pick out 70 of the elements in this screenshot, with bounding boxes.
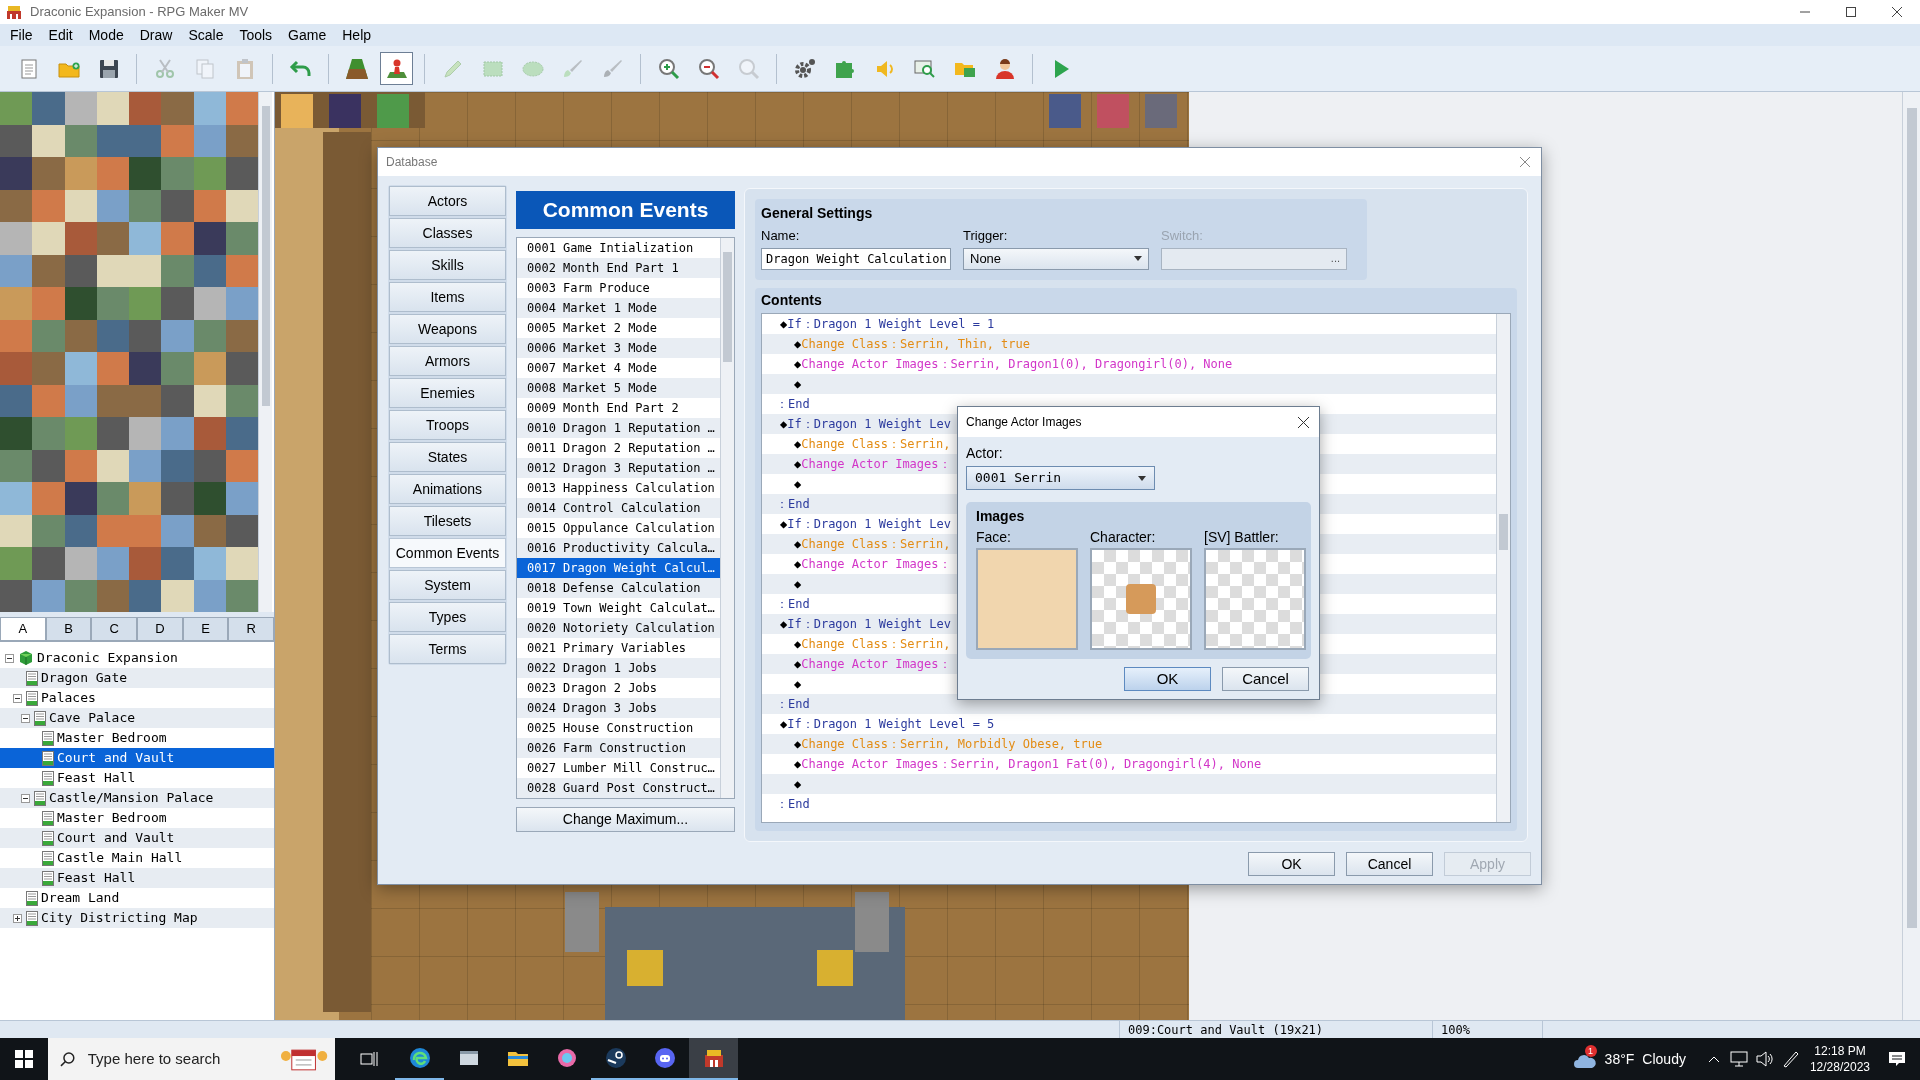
command-marker: ◆ <box>794 676 802 693</box>
map-name: Dream Land <box>41 889 120 908</box>
command-text: If：Dragon 1 Weight Lev <box>787 616 951 633</box>
group-title: Contents <box>761 291 823 310</box>
field-label: Trigger: <box>963 227 1009 245</box>
map-name: Cave Palace <box>49 709 136 728</box>
section-header: Common Events <box>516 191 735 229</box>
command-marker: ◆ <box>794 536 802 553</box>
command-text: ：End <box>776 396 810 413</box>
temperature: 38°F <box>1604 1049 1635 1069</box>
command-marker: ◆ <box>794 476 802 493</box>
image-label: Face: <box>976 529 1012 545</box>
command-marker: ◆ <box>794 736 802 753</box>
command-text: ：End <box>776 696 810 713</box>
command-text: Change Actor Images： <box>801 556 951 573</box>
command-text: ：End <box>776 496 810 513</box>
map-name: Master Bedroom <box>57 729 167 748</box>
command-marker: ◆ <box>794 356 802 373</box>
image-label: Character: <box>1090 529 1157 545</box>
command-text: Change Actor Images：Serrin, Dragon1 Fat(0), Dragongirl(4), None <box>801 756 1262 773</box>
field-label: Switch: <box>1161 227 1204 245</box>
weather-text: Cloudy <box>1642 1049 1686 1069</box>
map-name: Feast Hall <box>57 769 136 788</box>
command-text: Change Class：Serrin, <box>801 436 951 453</box>
command-marker: ◆ <box>794 656 802 673</box>
group-title: General Settings <box>761 204 874 223</box>
command-marker: ◆ <box>780 416 788 433</box>
command-text: If：Dragon 1 Weight Level = 5 <box>787 716 995 733</box>
map-name: Court and Vault <box>57 829 175 848</box>
window-title: Draconic Expansion - RPG Maker MV <box>30 3 249 22</box>
command-text: If：Dragon 1 Weight Lev <box>787 416 951 433</box>
map-name: Master Bedroom <box>57 809 167 828</box>
image-label: [SV] Battler: <box>1204 529 1280 545</box>
command-text: ：End <box>776 596 810 613</box>
map-name: Feast Hall <box>57 869 136 888</box>
command-text: Change Actor Images： <box>801 656 951 673</box>
map-name: Court and Vault <box>57 749 175 768</box>
command-text: Change Class：Serrin, <box>801 536 951 553</box>
command-marker: ◆ <box>794 776 802 793</box>
command-marker: ◆ <box>780 716 788 733</box>
map-name: Dragon Gate <box>41 669 128 688</box>
command-text: If：Dragon 1 Weight Level = 1 <box>787 316 995 333</box>
command-marker: ◆ <box>780 616 788 633</box>
command-marker: ◆ <box>780 316 788 333</box>
notification-badge: 1 <box>1584 1045 1597 1057</box>
command-marker: ◆ <box>794 556 802 573</box>
command-marker: ◆ <box>794 456 802 473</box>
field-label: Name: <box>761 227 801 245</box>
window-title: Database <box>386 154 438 171</box>
command-marker: ◆ <box>794 636 802 653</box>
command-text: Change Class：Serrin, <box>801 636 951 653</box>
dialog-title: Change Actor Images <box>966 414 1082 431</box>
map-name: Castle Main Hall <box>57 849 183 868</box>
command-text: ：End <box>776 796 810 813</box>
map-name: Draconic Expansion <box>37 649 178 668</box>
map-name: City Districting Map <box>41 909 198 928</box>
command-marker: ◆ <box>794 576 802 593</box>
command-text: Change Class：Serrin, Morbidly Obese, true <box>801 736 1103 753</box>
command-marker: ◆ <box>794 756 802 773</box>
command-text: Change Class：Serrin, Thin, true <box>801 336 1030 353</box>
field-label: Actor: <box>966 444 1004 463</box>
command-text: Change Actor Images： <box>801 456 951 473</box>
map-name: Castle/Mansion Palace <box>49 789 214 808</box>
map-name: Palaces <box>41 689 96 708</box>
command-marker: ◆ <box>794 436 802 453</box>
command-marker: ◆ <box>794 336 802 353</box>
command-marker: ◆ <box>794 376 802 393</box>
command-text: Change Actor Images：Serrin, Dragon1(0), Dragongirl(0), None <box>801 356 1233 373</box>
command-marker: ◆ <box>780 516 788 533</box>
command-text: If：Dragon 1 Weight Lev <box>787 516 951 533</box>
